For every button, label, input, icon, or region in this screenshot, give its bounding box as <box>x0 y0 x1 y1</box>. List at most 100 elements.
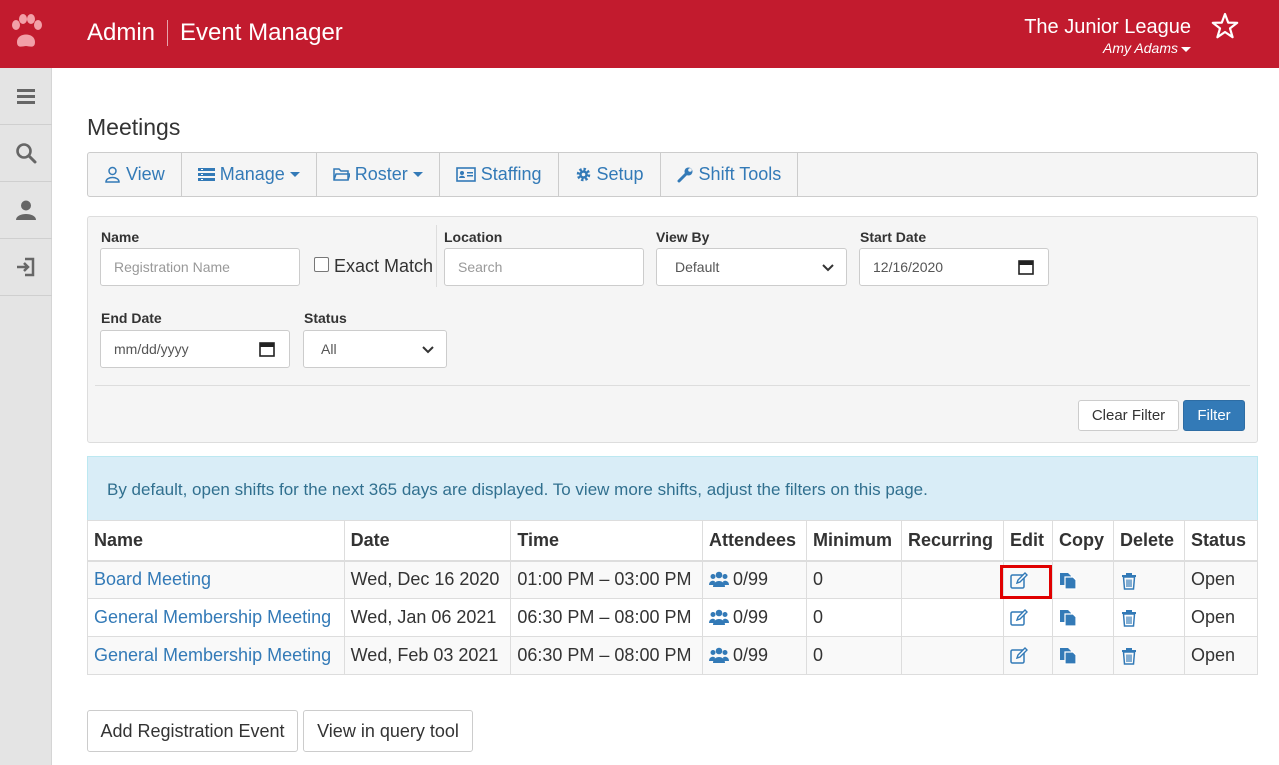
page-title: Meetings <box>87 114 181 140</box>
event-status: Open <box>1183 598 1259 637</box>
list-icon <box>197 168 215 181</box>
view-by-label: View By <box>656 229 710 245</box>
copy-icon[interactable] <box>1059 609 1077 627</box>
edit-icon[interactable] <box>1010 609 1028 627</box>
end-date-input[interactable]: mm/dd/yyyy <box>100 330 290 368</box>
paw-logo-icon[interactable] <box>8 12 44 52</box>
status-select[interactable]: All <box>303 330 447 368</box>
brand-admin-link[interactable]: Admin <box>87 19 155 47</box>
filter-button[interactable]: Filter <box>1183 400 1245 431</box>
sidebar-item-search[interactable] <box>0 125 52 182</box>
event-time: 06:30 PM – 08:00 PM <box>510 598 704 637</box>
event-minimum: 0 <box>806 636 902 675</box>
clear-filter-button[interactable]: Clear Filter <box>1078 400 1179 431</box>
toolbar-view-label: View <box>126 164 165 184</box>
attendees-count: 0/99 <box>733 607 769 627</box>
table-row: General Membership Meeting Wed, Jan 06 2… <box>87 598 1259 637</box>
toolbar-view[interactable]: View <box>88 153 182 196</box>
chevron-down-icon <box>422 346 434 354</box>
users-icon <box>709 609 730 625</box>
location-search-input[interactable]: Search <box>444 248 644 286</box>
caret-down-icon <box>289 172 300 177</box>
calendar-icon[interactable] <box>1018 259 1034 275</box>
copy-icon[interactable] <box>1059 647 1077 665</box>
event-recurring <box>901 560 1004 599</box>
copy-icon[interactable] <box>1059 572 1077 590</box>
menu-icon <box>17 89 35 104</box>
registration-name-input[interactable]: Registration Name <box>100 248 300 286</box>
toolbar-shift-tools[interactable]: Shift Tools <box>661 153 799 196</box>
highlight-box <box>999 564 1052 599</box>
toolbar-roster-label: Roster <box>354 164 408 184</box>
calendar-icon[interactable] <box>259 341 275 357</box>
column-header[interactable]: Minimum <box>806 520 902 562</box>
id-card-icon <box>455 167 476 182</box>
toolbar-setup[interactable]: Setup <box>559 153 661 196</box>
trash-icon[interactable] <box>1120 609 1138 627</box>
column-header[interactable]: Recurring <box>901 520 1004 562</box>
sidebar <box>0 68 52 765</box>
toolbar-staffing[interactable]: Staffing <box>440 153 559 196</box>
edit-cell <box>999 560 1053 599</box>
event-name-link[interactable]: Board Meeting <box>94 569 211 589</box>
filter-divider <box>436 225 437 287</box>
user-menu-toggle[interactable]: Amy Adams <box>1024 39 1191 57</box>
attendees-count: 0/99 <box>733 569 769 590</box>
start-date-input[interactable]: 12/16/2020 <box>859 248 1049 286</box>
event-time: 01:00 PM – 03:00 PM <box>510 560 704 599</box>
attendees-cell[interactable]: 0/99 <box>702 636 808 675</box>
column-header[interactable]: Status <box>1183 520 1259 562</box>
users-icon <box>709 571 730 588</box>
wrench-icon <box>677 167 693 183</box>
attendees-cell[interactable]: 0/99 <box>702 598 808 637</box>
view-by-select[interactable]: Default <box>656 248 847 286</box>
sidebar-item-logout[interactable] <box>0 239 52 296</box>
attendees-cell[interactable]: 0/99 <box>702 560 808 599</box>
folder-icon <box>333 168 350 181</box>
name-label: Name <box>101 229 140 245</box>
toolbar-manage[interactable]: Manage <box>182 153 317 196</box>
view-by-value: Default <box>675 259 720 275</box>
event-minimum: 0 <box>806 598 902 637</box>
add-registration-event-button[interactable]: Add Registration Event <box>87 710 298 752</box>
info-alert: By default, open shifts for the next 365… <box>87 456 1258 521</box>
event-recurring <box>901 598 1004 637</box>
column-header[interactable]: Time <box>510 520 704 562</box>
start-date-value: 12/16/2020 <box>873 259 944 275</box>
event-status: Open <box>1183 560 1259 599</box>
exact-match-checkbox[interactable] <box>314 257 329 272</box>
event-date: Wed, Jan 06 2021 <box>343 598 512 637</box>
column-header[interactable]: Attendees <box>702 520 808 562</box>
attendees-count: 0/99 <box>733 645 769 665</box>
view-in-query-tool-button[interactable]: View in query tool <box>303 710 473 752</box>
event-date: Wed, Feb 03 2021 <box>343 636 512 675</box>
table-row: Board Meeting Wed, Dec 16 2020 01:00 PM … <box>87 560 1259 599</box>
brand: Admin Event Manager <box>87 19 343 47</box>
table-row: General Membership Meeting Wed, Feb 03 2… <box>87 636 1259 675</box>
start-date-label: Start Date <box>860 229 927 245</box>
status-value: All <box>321 341 337 357</box>
event-name-link[interactable]: General Membership Meeting <box>94 607 331 627</box>
column-header[interactable]: Date <box>343 520 512 562</box>
event-date: Wed, Dec 16 2020 <box>343 560 512 599</box>
org-user-menu: The Junior League Amy Adams <box>1024 15 1191 57</box>
column-header[interactable]: Name <box>87 520 345 562</box>
trash-icon[interactable] <box>1120 572 1138 590</box>
trash-icon[interactable] <box>1120 647 1138 665</box>
meetings-table: Name Date Time Attendees Minimum Recurri… <box>87 520 1259 675</box>
toolbar-shift-tools-label: Shift Tools <box>698 164 782 184</box>
sidebar-item-profile[interactable] <box>0 182 52 239</box>
sidebar-item-menu[interactable] <box>0 68 52 125</box>
filter-panel: Name Registration Name Exact Match Locat… <box>87 216 1258 443</box>
toolbar-roster[interactable]: Roster <box>317 153 440 196</box>
status-label: Status <box>304 310 347 326</box>
location-label: Location <box>444 229 503 245</box>
event-status: Open <box>1183 636 1259 675</box>
event-time: 06:30 PM – 08:00 PM <box>510 636 704 675</box>
brand-app-title[interactable]: Event Manager <box>180 19 343 47</box>
event-name-link[interactable]: General Membership Meeting <box>94 645 331 665</box>
end-date-label: End Date <box>101 310 162 326</box>
star-icon[interactable] <box>1211 12 1239 40</box>
edit-icon[interactable] <box>1010 647 1028 665</box>
end-date-value: mm/dd/yyyy <box>114 341 189 357</box>
